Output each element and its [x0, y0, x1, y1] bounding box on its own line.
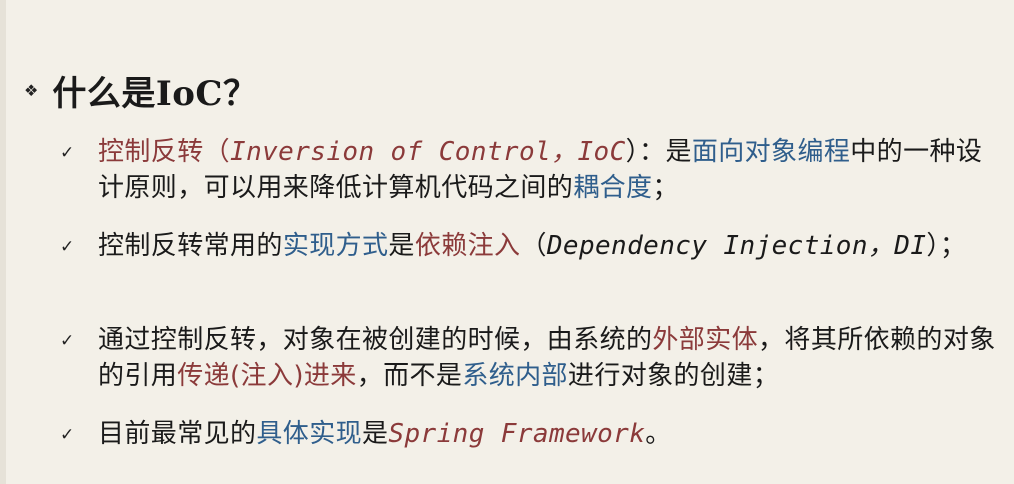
check-icon: ✓	[60, 237, 75, 257]
term-system-internal: 系统内部	[462, 361, 568, 391]
bullet-item-1: ✓ 控制反转（Inversion of Control，IoC）：是面向对象编程…	[60, 134, 1003, 206]
term-di-en: Dependency Injection，DI	[546, 231, 927, 261]
term-coupling: 耦合度	[573, 173, 653, 203]
text-segment: ，而不是	[356, 361, 463, 391]
term-di-cn: 依赖注入	[414, 231, 521, 261]
text-segment: 控制反转常用的	[98, 231, 283, 261]
text-segment: 是	[388, 231, 415, 261]
text-segment: 目前最常见的	[98, 419, 257, 449]
bullet-text-4: 目前最常见的具体实现是Spring Framework。	[98, 416, 1003, 452]
term-ioc-cn: 控制反转（	[98, 137, 231, 167]
title-row: ❖ 什么是IoC？	[24, 66, 258, 115]
bullet-item-4: ✓ 目前最常见的具体实现是Spring Framework。	[60, 416, 1003, 454]
check-icon: ✓	[60, 331, 75, 351]
text-segment: （	[520, 231, 547, 261]
text-segment: 通过控制反转，对象在被创建的时候，由系统的	[98, 325, 653, 355]
diamond-bullet-icon: ❖	[24, 80, 39, 100]
text-segment: ）：是	[625, 137, 692, 167]
term-oop: 面向对象编程	[691, 137, 851, 167]
text-segment: ；	[652, 173, 679, 203]
text-segment: 。	[645, 419, 672, 449]
term-external-entity: 外部实体	[652, 325, 759, 355]
term-concrete-impl: 具体实现	[256, 419, 363, 449]
check-icon: ✓	[60, 143, 75, 163]
bullet-text-1: 控制反转（Inversion of Control，IoC）：是面向对象编程中的…	[98, 134, 1003, 206]
bullet-text-2: 控制反转常用的实现方式是依赖注入（Dependency Injection，DI…	[98, 228, 1003, 264]
term-implementation: 实现方式	[282, 231, 389, 261]
left-edge-shadow	[0, 0, 6, 484]
text-segment: 进行对象的创建；	[567, 361, 780, 391]
term-spring: Spring Framework	[388, 419, 646, 449]
slide: ❖ 什么是IoC？ ✓ 控制反转（Inversion of Control，Io…	[0, 0, 1014, 484]
check-icon: ✓	[60, 425, 75, 445]
text-segment: 是	[362, 419, 389, 449]
bullet-item-2: ✓ 控制反转常用的实现方式是依赖注入（Dependency Injection，…	[60, 228, 1003, 266]
term-ioc-en: Inversion of Control，IoC	[230, 137, 626, 167]
bullet-text-3: 通过控制反转，对象在被创建的时候，由系统的外部实体，将其所依赖的对象的引用传递(…	[98, 322, 1003, 394]
text-segment: ）；	[926, 231, 967, 261]
term-inject: 传递(注入)进来	[177, 361, 357, 391]
slide-title: 什么是IoC？	[52, 74, 258, 114]
bullet-item-3: ✓ 通过控制反转，对象在被创建的时候，由系统的外部实体，将其所依赖的对象的引用传…	[60, 322, 1003, 394]
